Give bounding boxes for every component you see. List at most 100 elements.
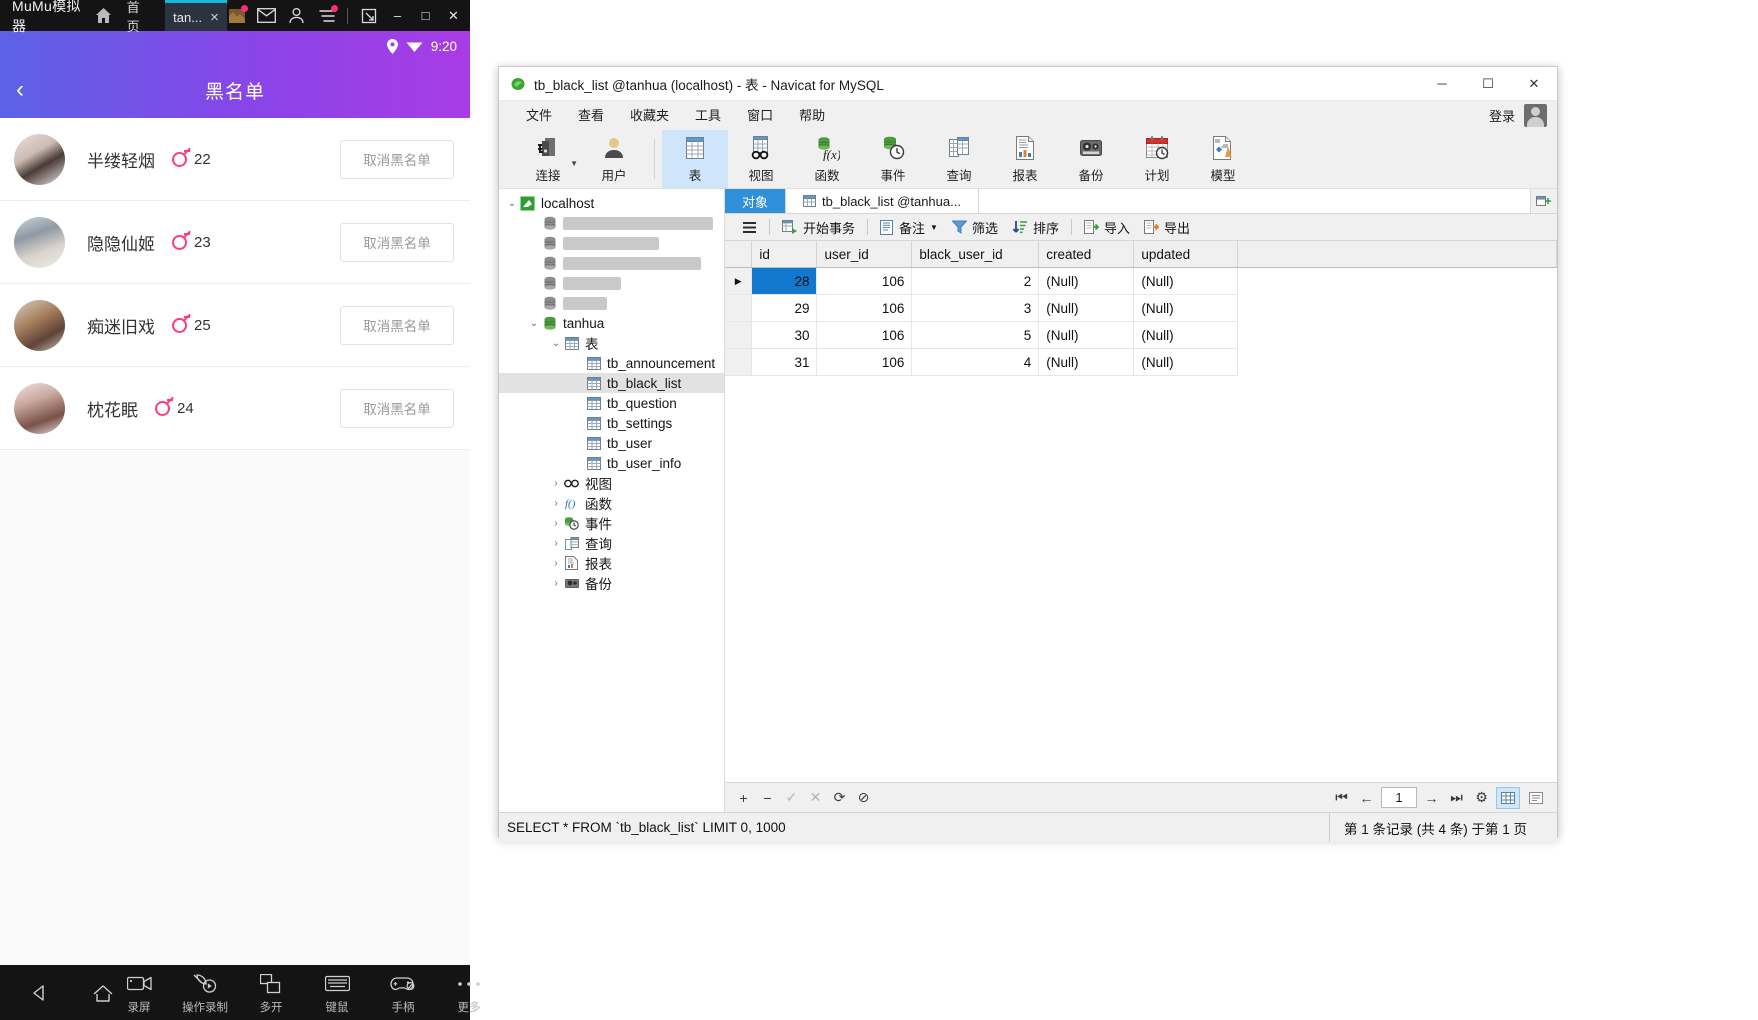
table-cell[interactable]: 30: [751, 321, 818, 349]
table-row[interactable]: 31 106 4 (Null) (Null): [725, 348, 1557, 376]
tree-twisty-icon[interactable]: ›: [549, 478, 563, 489]
tree-item-redacted[interactable]: [499, 213, 724, 233]
tree-item-备份[interactable]: › 备份: [499, 573, 724, 593]
menu-icon[interactable]: [317, 5, 338, 25]
tree-twisty-icon[interactable]: ⌄: [527, 318, 541, 329]
table-cell[interactable]: 31: [751, 348, 818, 376]
grid-hamburger[interactable]: [735, 214, 764, 240]
tree-item-redacted[interactable]: [499, 293, 724, 313]
chevron-down-icon[interactable]: ▼: [570, 159, 578, 168]
list-item[interactable]: 痴迷旧戏 25 取消黑名单: [0, 284, 470, 367]
cancel-edit-button[interactable]: ✕: [805, 787, 826, 808]
minimize-icon[interactable]: ─: [1419, 67, 1465, 100]
grid-filter[interactable]: 筛选: [945, 214, 1005, 240]
minimize-icon[interactable]: –: [389, 7, 406, 24]
tree-item-函数[interactable]: › f() 函数: [499, 493, 724, 513]
add-tab-icon[interactable]: [1531, 189, 1557, 213]
tree-twisty-icon[interactable]: ›: [549, 578, 563, 589]
tree-item-tb_user[interactable]: tb_user: [499, 433, 724, 453]
stop-button[interactable]: ⊘: [853, 787, 874, 808]
table-cell[interactable]: (Null): [1038, 348, 1135, 376]
table-cell[interactable]: (Null): [1133, 321, 1239, 349]
menu-item-窗口[interactable]: 窗口: [734, 101, 786, 130]
menu-item-收藏夹[interactable]: 收藏夹: [617, 101, 682, 130]
list-item[interactable]: 半缕轻烟 22 取消黑名单: [0, 118, 470, 201]
table-cell[interactable]: 106: [816, 321, 913, 349]
table-row[interactable]: ▶ 28 106 2 (Null) (Null): [725, 267, 1557, 295]
grid-sort[interactable]: 排序: [1005, 214, 1066, 240]
tree-twisty-icon[interactable]: ›: [549, 538, 563, 549]
mail-icon[interactable]: [257, 6, 276, 25]
unblock-button[interactable]: 取消黑名单: [340, 388, 454, 428]
tree-item-tb_question[interactable]: tb_question: [499, 393, 724, 413]
tree-item-视图[interactable]: › 视图: [499, 473, 724, 493]
toolbar-function[interactable]: f(x) 函数: [794, 130, 860, 188]
table-cell[interactable]: 2: [911, 267, 1040, 295]
grid-import[interactable]: 导入: [1077, 214, 1137, 240]
tree-twisty-icon[interactable]: ›: [549, 498, 563, 509]
toolbar-backup[interactable]: 备份: [1058, 130, 1124, 188]
tree-item-redacted[interactable]: [499, 273, 724, 293]
game-thumb-icon[interactable]: [227, 5, 248, 25]
toolbar-event[interactable]: 事件: [860, 130, 926, 188]
tree-item-redacted[interactable]: [499, 233, 724, 253]
close-icon[interactable]: ✕: [1511, 67, 1557, 100]
emulator-tool-macro-record[interactable]: 操作录制: [182, 971, 228, 1015]
chevron-down-icon[interactable]: ▼: [930, 223, 938, 232]
tree-twisty-icon[interactable]: ›: [549, 518, 563, 529]
column-header[interactable]: created: [1038, 241, 1135, 268]
toolbar-user[interactable]: 用户: [581, 130, 647, 188]
table-cell[interactable]: 4: [911, 348, 1040, 376]
tree-item-localhost[interactable]: ⌄ localhost: [499, 193, 724, 213]
avatar[interactable]: [1524, 104, 1547, 127]
emulator-tool-screen-record[interactable]: 录屏: [116, 971, 162, 1015]
avatar[interactable]: [14, 133, 65, 185]
column-header[interactable]: user_id: [816, 241, 913, 268]
avatar[interactable]: [14, 216, 65, 268]
tree-item-tb_announcement[interactable]: tb_announcement: [499, 353, 724, 373]
home-outline-icon[interactable]: [90, 980, 116, 1006]
page-number-input[interactable]: 1: [1381, 787, 1417, 808]
settings-gear-icon[interactable]: ⚙: [1471, 787, 1492, 808]
list-item[interactable]: 枕花眠 24 取消黑名单: [0, 367, 470, 450]
table-cell[interactable]: (Null): [1038, 267, 1135, 295]
table-cell[interactable]: (Null): [1133, 348, 1239, 376]
toolbar-query[interactable]: 查询: [926, 130, 992, 188]
grid-note[interactable]: 备注 ▼: [873, 214, 945, 240]
triangle-back-icon[interactable]: [26, 980, 52, 1006]
emulator-tool-gamepad[interactable]: 手柄: [380, 971, 426, 1015]
grid-begin-transaction[interactable]: 开始事务: [775, 214, 862, 240]
grid-view-icon[interactable]: [1496, 786, 1520, 809]
table-cell[interactable]: 28: [751, 267, 818, 295]
table-cell[interactable]: (Null): [1038, 294, 1135, 322]
tree-item-tb_black_list[interactable]: tb_black_list: [499, 373, 724, 393]
confirm-edit-button[interactable]: ✓: [781, 787, 802, 808]
tab-table-data[interactable]: tb_black_list @tanhua...: [786, 189, 979, 213]
login-area[interactable]: 登录: [1489, 104, 1557, 127]
table-row[interactable]: 29 106 3 (Null) (Null): [725, 294, 1557, 322]
table-cell[interactable]: (Null): [1038, 321, 1135, 349]
unblock-button[interactable]: 取消黑名单: [340, 305, 454, 345]
list-item[interactable]: 隐隐仙姬 23 取消黑名单: [0, 201, 470, 284]
table-cell[interactable]: 5: [911, 321, 1040, 349]
tree-item-报表[interactable]: › 报表: [499, 553, 724, 573]
tree-item-tb_settings[interactable]: tb_settings: [499, 413, 724, 433]
toolbar-model[interactable]: 模型: [1190, 130, 1256, 188]
back-chevron-icon[interactable]: ‹: [16, 78, 24, 102]
toolbar-schedule[interactable]: 计划: [1124, 130, 1190, 188]
tree-item-redacted[interactable]: [499, 253, 724, 273]
menu-item-帮助[interactable]: 帮助: [786, 101, 838, 130]
toolbar-table[interactable]: 表: [662, 130, 728, 188]
first-page-button[interactable]: ⏮: [1331, 787, 1352, 808]
next-page-button[interactable]: →: [1421, 787, 1442, 808]
avatar[interactable]: [14, 299, 65, 351]
avatar[interactable]: [14, 382, 65, 434]
fullscreen-icon[interactable]: [359, 6, 378, 25]
home-icon[interactable]: [94, 6, 113, 25]
table-cell[interactable]: 106: [816, 348, 913, 376]
table-cell[interactable]: 106: [816, 267, 913, 295]
data-grid[interactable]: id user_id black_user_id created updated ▶ 28 1…: [725, 241, 1557, 376]
toolbar-report[interactable]: 报表: [992, 130, 1058, 188]
table-cell[interactable]: (Null): [1133, 267, 1239, 295]
menu-item-文件[interactable]: 文件: [513, 101, 565, 130]
